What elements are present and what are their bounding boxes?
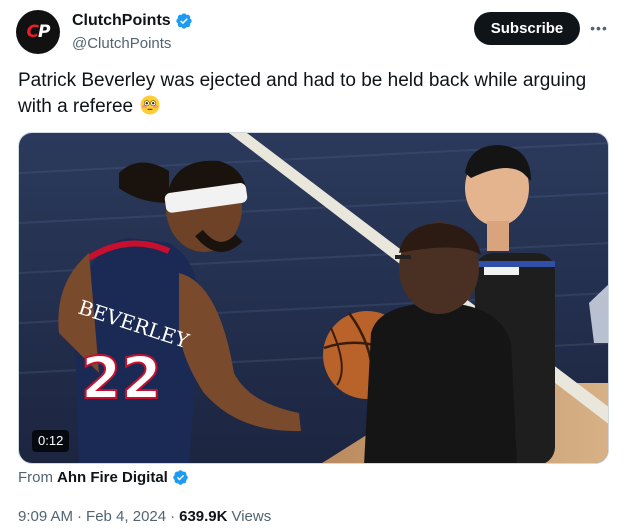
- display-name[interactable]: ClutchPoints: [72, 12, 171, 30]
- source-prefix: From: [18, 469, 53, 486]
- avatar[interactable]: CP: [16, 10, 60, 54]
- tweet-meta: 9:09 AM · Feb 4, 2024 · 639.9K Views: [18, 508, 271, 525]
- verified-badge-icon: [175, 13, 192, 29]
- avatar-logo: CP: [26, 22, 51, 42]
- views-label: Views: [231, 508, 272, 525]
- jersey-number: 22: [81, 344, 162, 412]
- video-duration: 0:12: [32, 430, 70, 452]
- separator: ·: [170, 508, 176, 525]
- source-name-link[interactable]: Ahn Fire Digital: [57, 469, 168, 486]
- author-name-row[interactable]: ClutchPoints: [72, 12, 193, 30]
- media-source[interactable]: From Ahn Fire Digital: [18, 469, 189, 486]
- tweet-text: Patrick Beverley was ejected and had to …: [18, 68, 618, 120]
- separator: ·: [77, 508, 83, 525]
- video-frame: 22 BEVERLEY: [19, 133, 608, 463]
- views-count: 639.9K: [179, 508, 228, 525]
- post-time[interactable]: 9:09 AM: [18, 508, 73, 525]
- verified-badge-icon: [173, 470, 188, 485]
- video-player[interactable]: 22 BEVERLEY 0:12: [18, 132, 609, 464]
- post-date[interactable]: Feb 4, 2024: [86, 508, 166, 525]
- tweet-text-body: Patrick Beverley was ejected and had to …: [18, 70, 587, 117]
- more-options-icon[interactable]: •••: [588, 17, 610, 39]
- flushed-face-emoji-icon: [140, 95, 160, 115]
- subscribe-button[interactable]: Subscribe: [474, 12, 580, 45]
- author-handle[interactable]: @ClutchPoints: [72, 35, 171, 52]
